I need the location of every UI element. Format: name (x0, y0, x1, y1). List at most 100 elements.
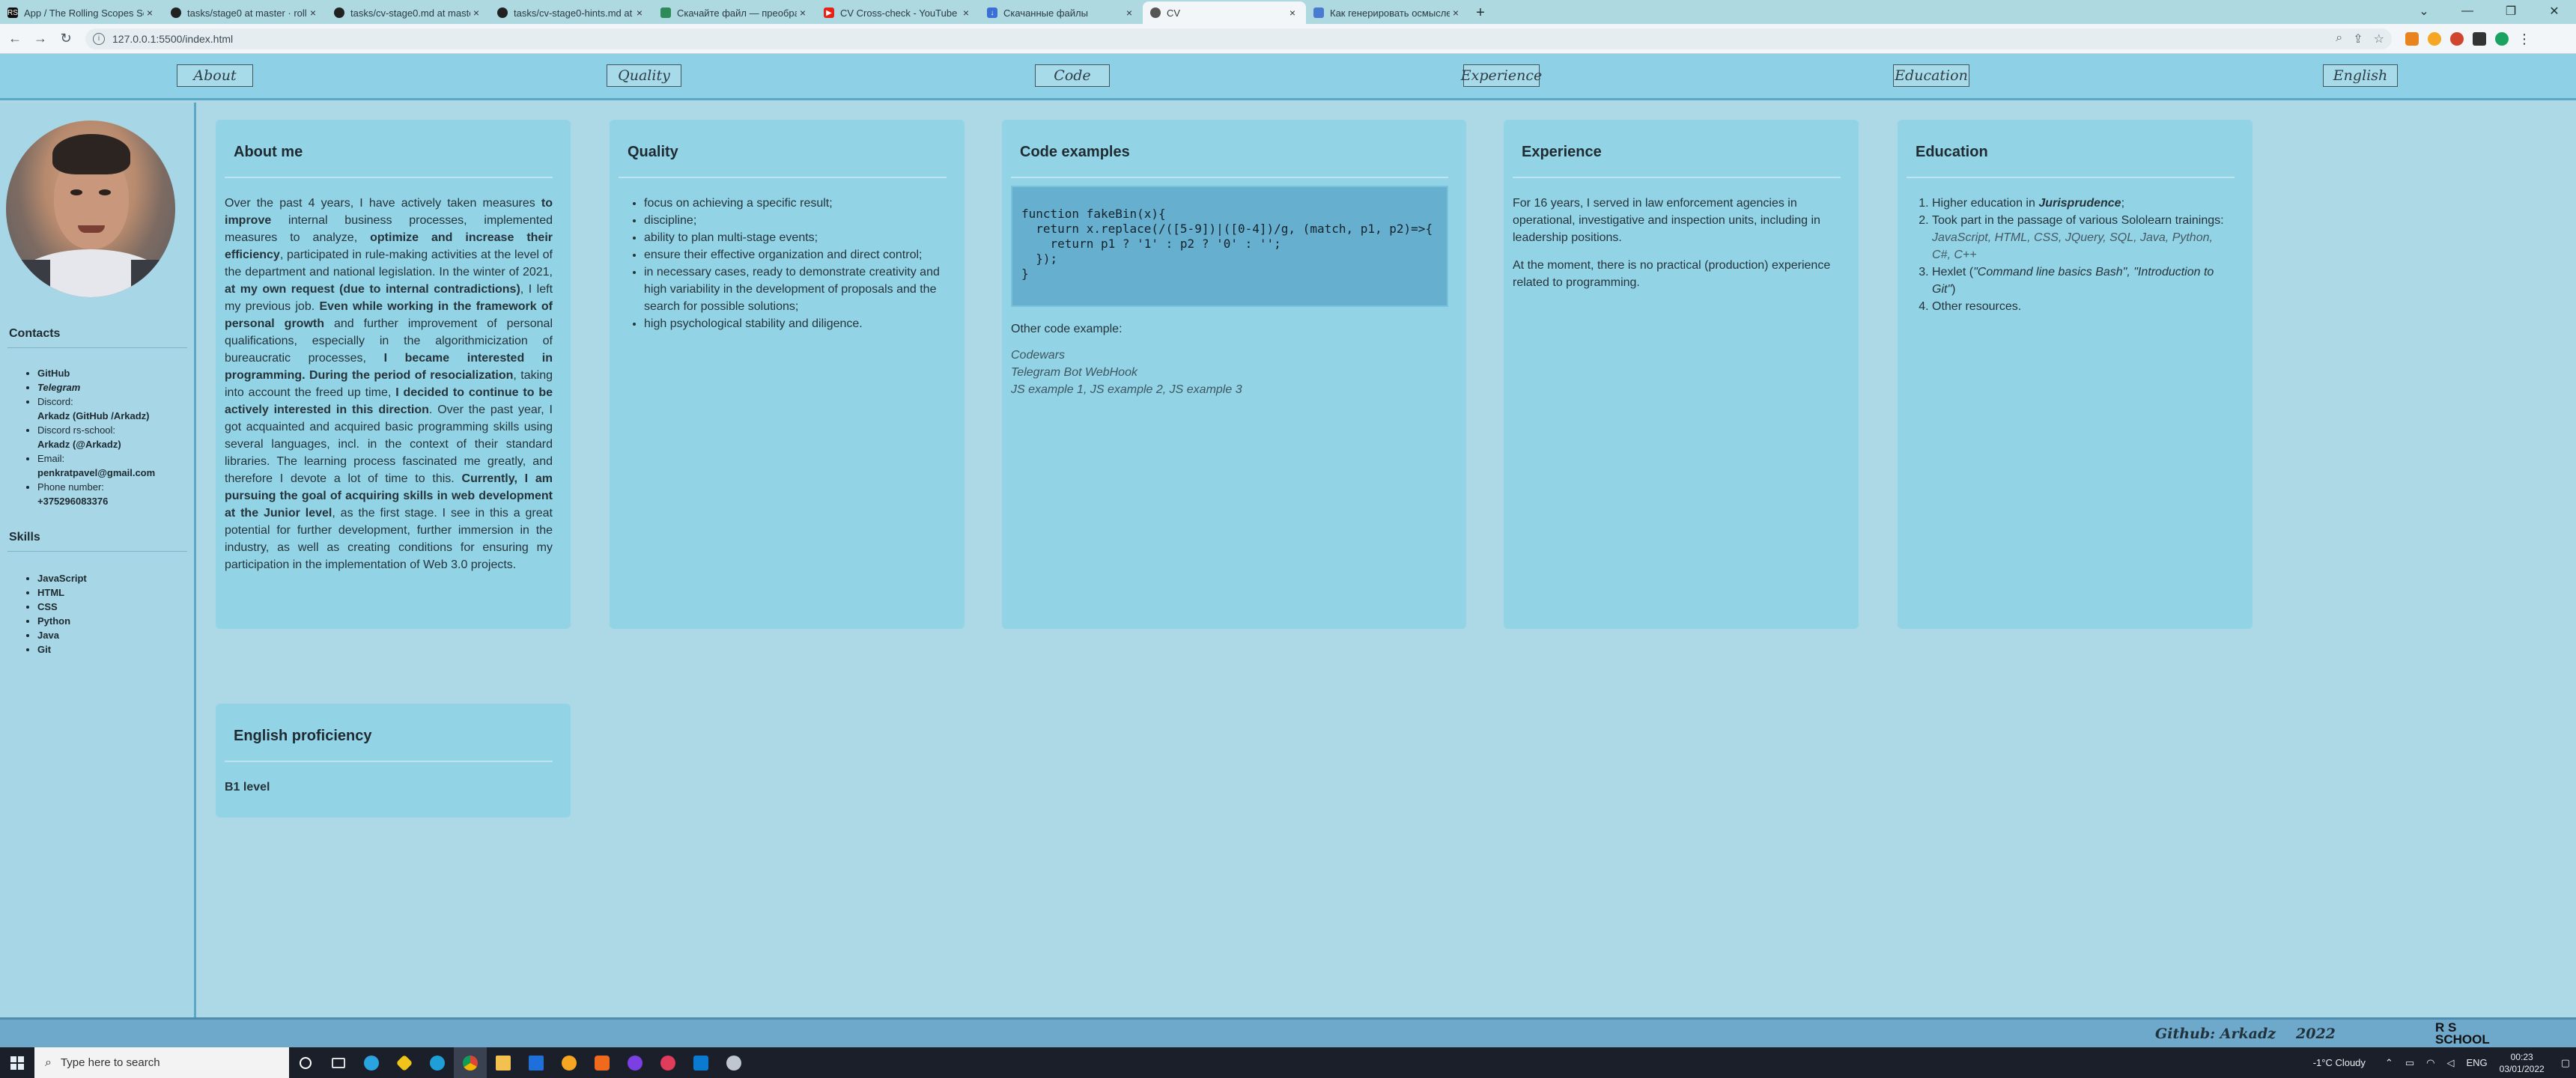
clock[interactable]: 00:23 03/01/2022 (2500, 1051, 2545, 1075)
weather-widget[interactable]: -1°C Cloudy (2313, 1057, 2366, 1068)
profile-avatar-icon[interactable] (2495, 31, 2509, 46)
browser-toolbar: ← → ↻ i 127.0.0.1:5500/index.html ⌕ ⇪ ☆ … (0, 24, 2576, 54)
js-example-3-link[interactable]: JS example 3 (1170, 383, 1242, 396)
browser-tab[interactable]: ▶ CV Cross-check - YouTube × (816, 1, 979, 24)
tab-search-icon[interactable]: ⌄ (2402, 0, 2446, 22)
forward-arrow-icon[interactable]: → (30, 28, 51, 49)
chevron-up-icon[interactable]: ⌃ (2385, 1057, 2393, 1069)
list-item: Discord: Arkadz (GitHub /Arkadz) (37, 395, 155, 423)
codewars-link[interactable]: Codewars (1011, 347, 1448, 364)
telegram-link[interactable]: Telegram (37, 382, 80, 393)
nav-experience-button[interactable]: Experience (1461, 64, 1542, 87)
edge-icon[interactable] (421, 1047, 454, 1078)
maximize-icon[interactable]: ❐ (2489, 0, 2533, 22)
nav-about-button[interactable]: About (177, 64, 253, 87)
telegram-app-icon[interactable] (355, 1047, 388, 1078)
close-tab-icon[interactable]: × (634, 7, 645, 19)
phone-value: +375296083376 (37, 496, 109, 507)
new-tab-icon[interactable]: + (1469, 1, 1492, 24)
browser-tab[interactable]: tasks/cv-stage0-hints.md at ma× (490, 1, 653, 24)
list-item: Email: penkratpavel@gmail.com (37, 451, 155, 480)
browser-tab[interactable]: tasks/cv-stage0.md at master · rc× (326, 1, 490, 24)
nav-code-button[interactable]: Code (1035, 64, 1110, 87)
browser-tab[interactable]: RS App / The Rolling Scopes School× (0, 1, 163, 24)
puzzle-extensions-icon[interactable] (2473, 31, 2486, 46)
app-icon[interactable] (717, 1047, 750, 1078)
divider (7, 551, 187, 552)
close-tab-icon[interactable]: × (470, 7, 482, 19)
about-card: About me Over the past 4 years, I have a… (216, 120, 571, 629)
js-example-1-link[interactable]: JS example 1 (1011, 383, 1084, 396)
close-tab-icon[interactable]: × (144, 7, 156, 19)
app-icon[interactable] (619, 1047, 651, 1078)
close-tab-icon[interactable]: × (1450, 7, 1462, 19)
nav-education-button[interactable]: Education (1893, 64, 1969, 87)
url-text[interactable]: 127.0.0.1:5500/index.html (112, 33, 2336, 45)
nav-quality-button[interactable]: Quality (607, 64, 681, 87)
address-bar[interactable]: i 127.0.0.1:5500/index.html ⌕ ⇪ ☆ (85, 28, 2392, 49)
close-window-icon[interactable]: ✕ (2533, 0, 2576, 22)
volume-icon[interactable]: ◁ (2446, 1057, 2454, 1069)
share-icon[interactable]: ⇪ (2353, 31, 2363, 46)
js-example-2-link[interactable]: JS example 2 (1090, 383, 1163, 396)
mail-icon[interactable] (520, 1047, 553, 1078)
store-icon[interactable] (586, 1047, 619, 1078)
minimize-icon[interactable]: — (2446, 0, 2489, 22)
taskbar-search[interactable]: ⌕ Type here to search (34, 1047, 289, 1078)
rs-school-logo[interactable]: R S SCHOOL (2435, 1021, 2503, 1047)
notifications-icon[interactable]: ▢ (2561, 1057, 2570, 1069)
github-link[interactable]: GitHub (37, 368, 70, 379)
js-examples-row: JS example 1, JS example 2, JS example 3 (1011, 383, 1242, 396)
download-favicon-icon: ↓ (987, 7, 997, 18)
menu-dots-icon[interactable]: ⋮ (2518, 32, 2531, 46)
close-tab-icon[interactable]: × (307, 7, 319, 19)
browser-tab-active[interactable]: CV × (1143, 1, 1306, 24)
footer-github-link[interactable]: Github: Arkadz (2155, 1026, 2276, 1042)
experience-paragraph: For 16 years, I served in law enforcemen… (1513, 197, 1820, 244)
file-explorer-icon[interactable] (487, 1047, 520, 1078)
wifi-icon[interactable]: ◠ (2426, 1057, 2434, 1069)
site-info-icon[interactable]: i (93, 32, 105, 45)
tab-title: tasks/stage0 at master · rolling-s (187, 7, 307, 19)
skill-item: Java (37, 630, 59, 641)
chrome-icon[interactable] (454, 1047, 487, 1078)
bookmark-star-icon[interactable]: ☆ (2374, 31, 2384, 46)
app-icon[interactable] (388, 1047, 421, 1078)
vscode-icon[interactable] (684, 1047, 717, 1078)
extension-icon[interactable] (2428, 31, 2441, 46)
list-item: Telegram (37, 380, 155, 395)
metamask-extension-icon[interactable] (2405, 31, 2419, 46)
language-indicator[interactable]: ENG (2466, 1057, 2487, 1068)
browser-tab[interactable]: Скачайте файл — преобразов× (653, 1, 816, 24)
close-tab-icon[interactable]: × (797, 7, 809, 19)
close-tab-icon[interactable]: × (960, 7, 972, 19)
page-favicon-icon (1313, 7, 1324, 18)
other-code-label: Other code example: (1011, 323, 1123, 335)
tab-title: Скачайте файл — преобразов (677, 7, 797, 19)
footer-year: 2022 (2296, 1026, 2336, 1042)
list-item: Hexlet ("Command line basics Bash", "Int… (1932, 264, 2235, 298)
close-tab-icon[interactable]: × (1123, 7, 1135, 19)
app-icon[interactable] (651, 1047, 684, 1078)
contacts-list: GitHub Telegram Discord: Arkadz (GitHub /… (37, 366, 155, 508)
browser-tab[interactable]: ↓ Скачанные файлы × (979, 1, 1143, 24)
email-value[interactable]: penkratpavel@gmail.com (37, 467, 155, 478)
list-item: HTML (37, 585, 87, 600)
education-card: Education Higher education in Jurisprude… (1898, 120, 2253, 629)
network-icon[interactable]: ▭ (2405, 1057, 2414, 1069)
zoom-icon[interactable]: ⌕ (2336, 31, 2342, 46)
browser-tab[interactable]: Как генерировать осмысленны× (1306, 1, 1469, 24)
browser-tab[interactable]: tasks/stage0 at master · rolling-s× (163, 1, 326, 24)
skill-item: Git (37, 644, 52, 655)
back-arrow-icon[interactable]: ← (4, 28, 25, 49)
close-tab-icon[interactable]: × (1287, 7, 1298, 19)
language-switch-button[interactable]: English (2323, 64, 2398, 87)
extension-icon[interactable] (2450, 31, 2464, 46)
reload-icon[interactable]: ↻ (55, 28, 76, 49)
telegram-bot-link[interactable]: Telegram Bot WebHook (1011, 364, 1448, 381)
skill-item: CSS (37, 601, 58, 612)
cortana-icon[interactable] (289, 1047, 322, 1078)
windows-start-icon[interactable] (0, 1047, 34, 1078)
task-view-icon[interactable] (322, 1047, 355, 1078)
app-icon[interactable] (553, 1047, 586, 1078)
